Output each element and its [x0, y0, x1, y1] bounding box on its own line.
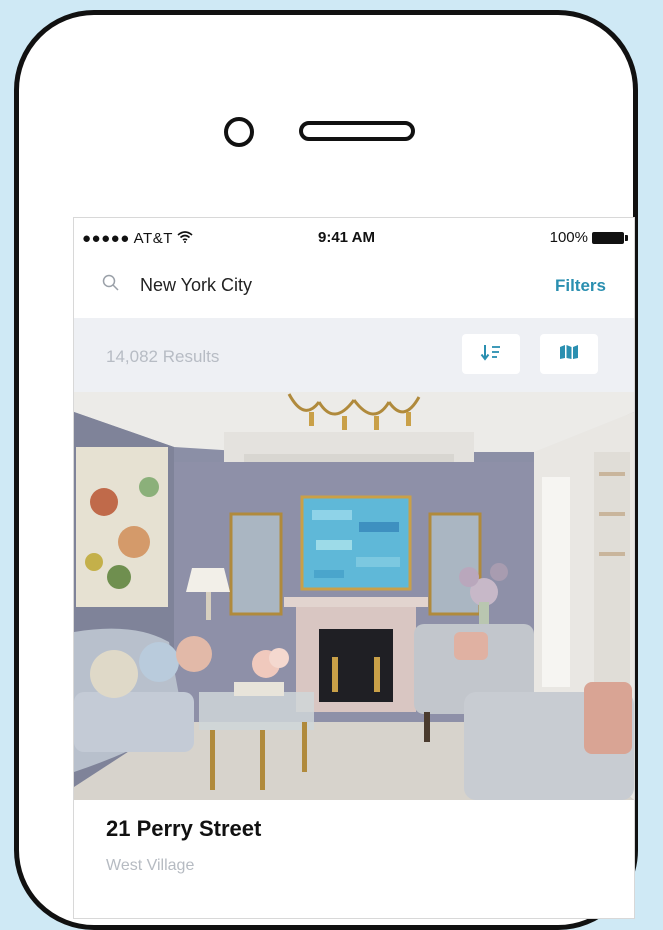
wifi-icon [177, 230, 193, 246]
earpiece-speaker [299, 121, 415, 141]
filters-button[interactable]: Filters [555, 276, 606, 296]
map-icon [559, 344, 579, 365]
sort-button[interactable] [462, 334, 520, 374]
battery-status: 100% [549, 229, 628, 246]
status-bar: ●●●●● AT&T 9:41 AM 100% [74, 218, 634, 258]
carrier-label: ●●●●● AT&T [82, 230, 173, 247]
results-toolbar: 14,082 Results [74, 318, 634, 392]
carrier-info: ●●●●● AT&T [82, 230, 193, 247]
results-count: 14,082 Results [106, 347, 220, 366]
battery-icon [592, 231, 628, 244]
phone-frame: ●●●●● AT&T 9:41 AM 100% New York City Fi… [14, 10, 638, 930]
search-bar[interactable]: New York City Filters [74, 260, 634, 316]
search-location-input[interactable]: New York City [140, 275, 252, 296]
status-time: 9:41 AM [318, 229, 375, 246]
listing-photo[interactable] [74, 392, 634, 800]
listing-neighborhood: West Village [106, 857, 195, 874]
app-screen: ●●●●● AT&T 9:41 AM 100% New York City Fi… [73, 217, 635, 919]
front-camera [224, 117, 254, 147]
sort-icon [480, 343, 502, 366]
listing-title[interactable]: 21 Perry Street [106, 816, 261, 842]
battery-percent: 100% [549, 229, 588, 246]
search-icon [102, 274, 119, 291]
map-view-button[interactable] [540, 334, 598, 374]
